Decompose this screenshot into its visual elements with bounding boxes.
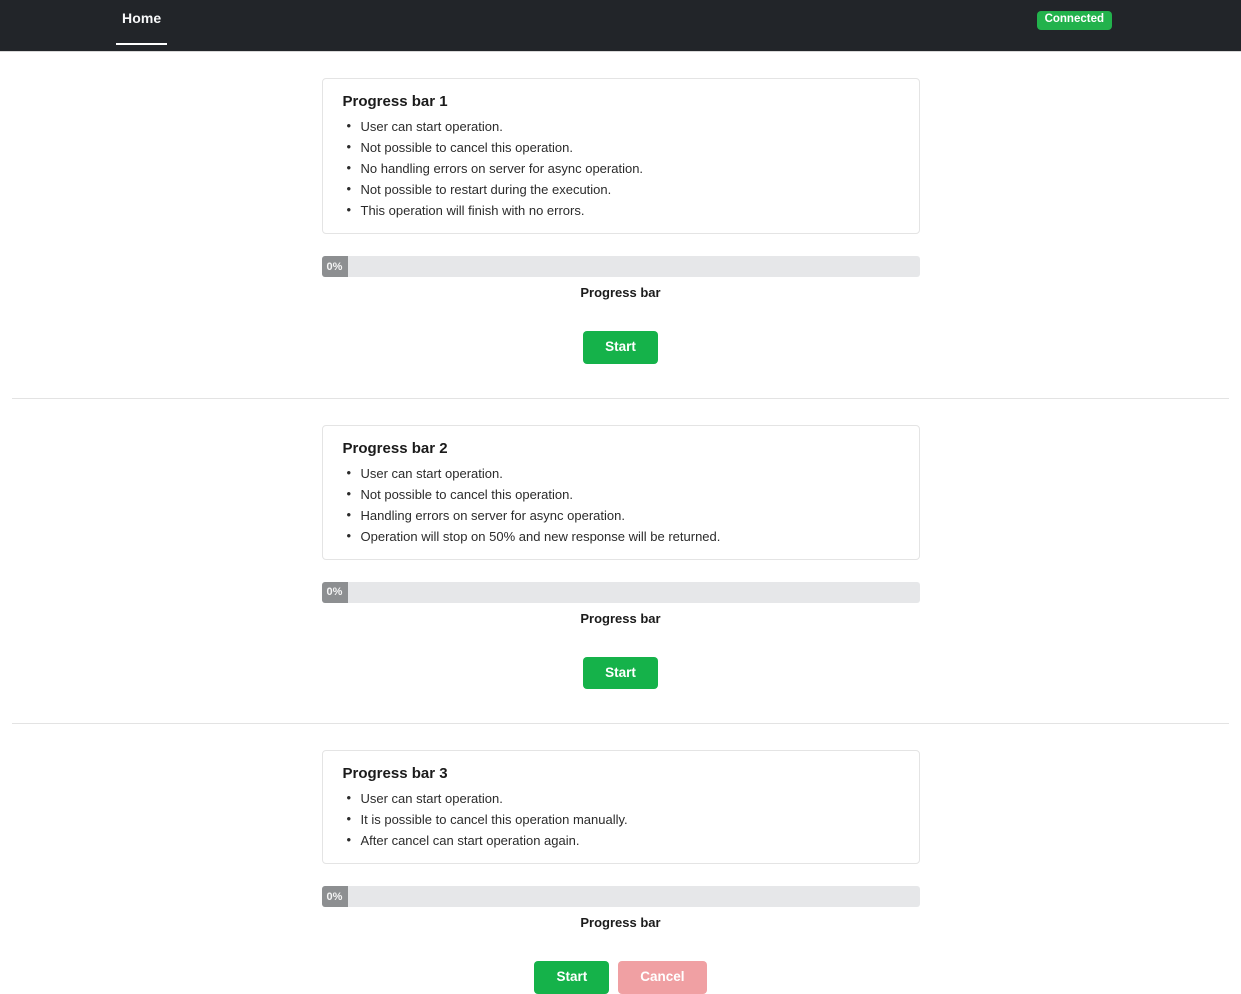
list-item: This operation will finish with no error… [347,199,919,221]
progress-section-3: Progress bar 3 User can start operation.… [0,724,1241,994]
progress-value-label: 0% [326,586,343,598]
progress-fill: 0% [321,256,348,277]
tab-home-label: Home [122,10,162,26]
card-feature-list: User can start operation. Not possible t… [323,462,919,547]
list-item: User can start operation. [347,462,919,484]
progress-card-1: Progress bar 1 User can start operation.… [321,78,920,234]
top-navbar: Home Connected [0,0,1241,52]
progress-fill: 0% [321,581,348,603]
progress-track: 0% [321,581,920,603]
list-item: Not possible to cancel this operation. [347,136,919,158]
progress-fill: 0% [321,886,348,907]
card-title: Progress bar 3 [342,765,448,782]
progress-caption: Progress bar [580,610,661,626]
list-item: After cancel can start operation again. [347,829,919,851]
card-title: Progress bar 1 [342,93,448,110]
list-item: User can start operation. [347,787,919,809]
list-item: Not possible to cancel this operation. [347,483,919,505]
progress-track: 0% [321,256,920,277]
progress-card-3: Progress bar 3 User can start operation.… [321,750,920,864]
connection-status-badge: Connected [1036,11,1112,30]
connection-status-label: Connected [1044,13,1104,25]
list-item: Handling errors on server for async oper… [347,504,919,526]
card-title: Progress bar 2 [342,439,448,457]
progress-wrapper-1: 0% Progress bar [321,256,920,300]
progress-caption: Progress bar [580,915,661,930]
navbar-tabs: Home [115,0,168,52]
progress-card-2: Progress bar 2 User can start operation.… [321,424,920,560]
cancel-button[interactable]: Cancel [618,961,707,994]
list-item: Not possible to restart during the execu… [347,178,919,200]
list-item: User can start operation. [347,115,919,137]
progress-wrapper-3: 0% Progress bar [321,886,920,930]
progress-caption: Progress bar [580,285,661,300]
progress-value-label: 0% [326,890,343,903]
start-button[interactable]: Start [534,961,610,994]
start-button[interactable]: Start [583,331,658,364]
progress-track: 0% [321,886,920,907]
progress-section-2: Progress bar 2 User can start operation.… [0,399,1241,724]
list-item: Operation will stop on 50% and new respo… [347,525,919,547]
action-buttons-2: Start [0,656,1241,689]
card-feature-list: User can start operation. Not possible t… [323,115,919,221]
start-button[interactable]: Start [583,656,658,689]
page-content: Progress bar 1 User can start operation.… [0,52,1241,994]
list-item: It is possible to cancel this operation … [347,808,919,830]
action-buttons-3: Start Cancel [0,961,1241,994]
tab-home[interactable]: Home [115,0,168,45]
progress-section-1: Progress bar 1 User can start operation.… [0,52,1241,399]
list-item: No handling errors on server for async o… [347,157,919,179]
card-feature-list: User can start operation. It is possible… [323,787,919,851]
progress-wrapper-2: 0% Progress bar [321,581,920,626]
progress-value-label: 0% [326,260,343,273]
action-buttons-1: Start [0,331,1241,364]
